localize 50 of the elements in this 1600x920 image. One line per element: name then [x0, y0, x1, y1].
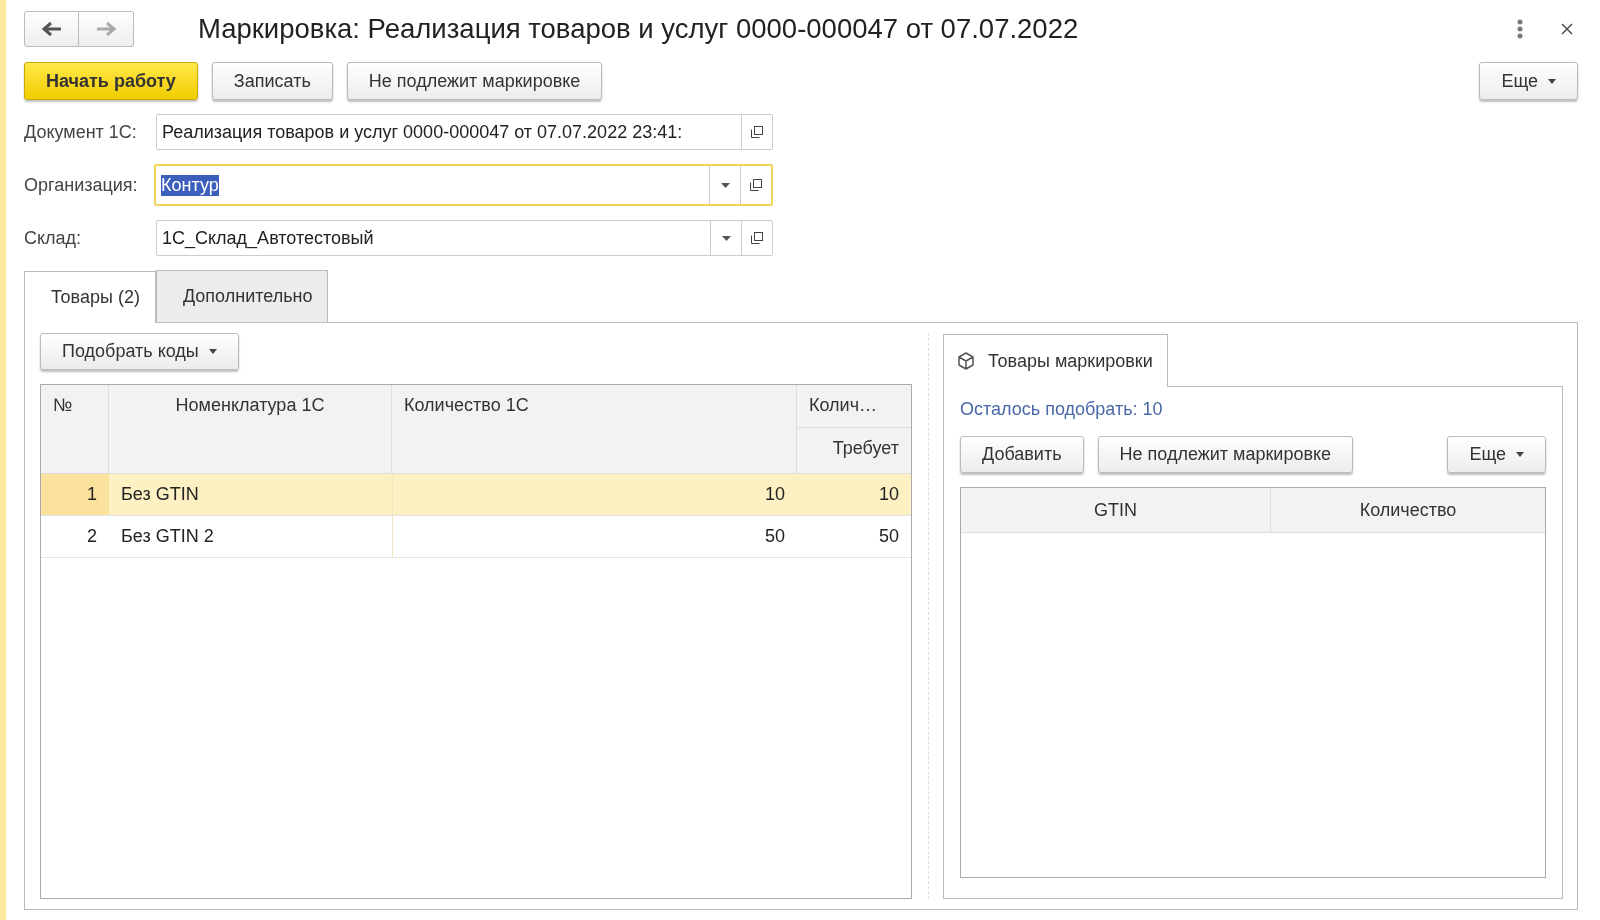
table-cell-text: 10 — [877, 483, 900, 506]
column-header[interactable]: Номенклатура 1С — [109, 385, 391, 426]
box-icon — [956, 351, 976, 371]
table-cell-text: 2 — [86, 525, 98, 548]
open-window-icon[interactable] — [749, 178, 763, 192]
right-arrow-icon — [95, 21, 117, 37]
input-field[interactable]: Реализация товаров и услуг 0000-000047 от 07.07.2022 23:41: — [156, 114, 773, 150]
dropdown-caret-icon[interactable] — [721, 235, 731, 241]
table-cell-text: 50 — [877, 525, 900, 548]
table-cell-text: Без GTIN 2 — [120, 525, 215, 548]
toolbar-button[interactable]: Записать — [211, 62, 333, 100]
tab[interactable]: Дополнительно — [155, 270, 329, 322]
left-arrow-icon — [40, 21, 63, 37]
table-row[interactable]: 1 Без GTIN 10 10 — [41, 474, 911, 516]
more-options-icon[interactable] — [1516, 18, 1524, 40]
column-header[interactable]: GTIN — [961, 488, 1270, 532]
toolbar-button[interactable]: Начать работу — [24, 62, 198, 100]
pick-codes-button[interactable]: Подобрать коды — [40, 333, 239, 370]
caret-icon — [1516, 452, 1524, 457]
caret-icon — [208, 349, 217, 354]
field-label: Документ 1С: — [24, 121, 138, 143]
input-field[interactable]: 1С_Склад_Автотестовый — [156, 220, 773, 256]
column-header[interactable]: Количество — [1270, 488, 1545, 532]
back-button[interactable] — [24, 11, 79, 47]
table-row[interactable]: 2 Без GTIN 2 50 50 — [41, 516, 911, 558]
more-button[interactable]: Еще — [1447, 436, 1546, 473]
window-title: Маркировка: Реализация товаров и услуг 0000-000047 от 07.07.2022 — [198, 13, 1080, 45]
caret-icon — [1548, 78, 1556, 84]
table-cell: 50 — [392, 516, 797, 557]
dropdown-caret-icon[interactable] — [720, 182, 730, 188]
toolbar-button[interactable]: Не подлежит маркировке — [346, 62, 603, 100]
remaining-count: Осталось подобрать: 10 — [960, 399, 1164, 420]
table-cell: 1 — [41, 474, 109, 515]
more-button[interactable]: Еще — [1479, 62, 1578, 100]
field-label: Склад: — [24, 227, 83, 249]
open-window-icon[interactable] — [750, 231, 764, 245]
field-label: Организация: — [24, 174, 139, 196]
tab[interactable]: Товары маркировки — [943, 334, 1168, 387]
tab[interactable]: Товары (2) — [24, 271, 156, 323]
close-icon[interactable] — [1560, 22, 1574, 36]
table-cell-text: Без GTIN — [120, 483, 200, 506]
column-header[interactable]: Требует — [797, 427, 911, 469]
panel-button[interactable]: Добавить — [960, 436, 1084, 473]
column-header[interactable]: Колич… — [797, 385, 911, 427]
input-field[interactable]: Контур — [154, 164, 773, 206]
panel-button[interactable]: Не подлежит маркировке — [1097, 436, 1354, 473]
column-header[interactable]: № — [41, 385, 108, 426]
table-cell: 10 — [392, 474, 797, 515]
column-header[interactable]: Количество 1С — [392, 385, 796, 426]
open-window-icon[interactable] — [750, 125, 764, 139]
